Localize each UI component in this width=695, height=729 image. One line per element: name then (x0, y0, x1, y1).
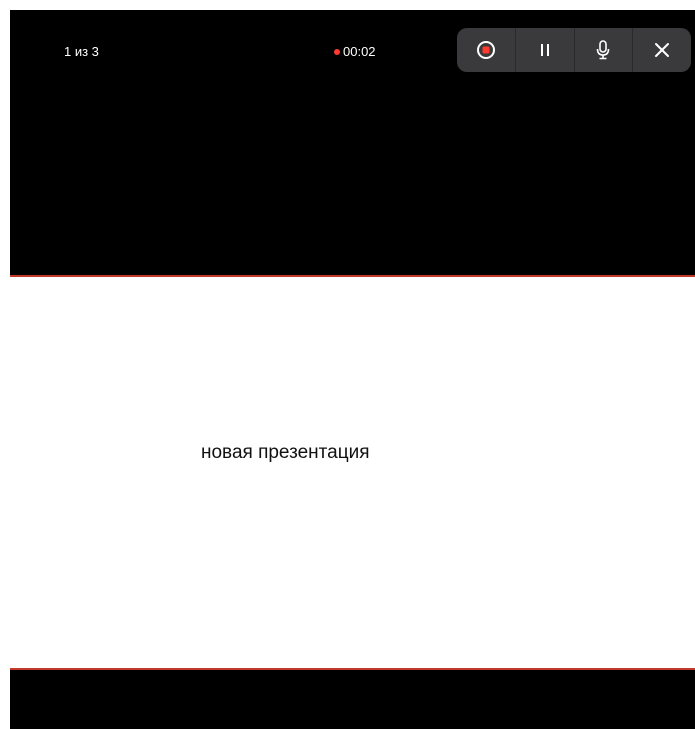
timer-value: 00:02 (343, 44, 376, 59)
recording-controls (457, 28, 691, 72)
record-button[interactable] (457, 28, 515, 72)
close-button[interactable] (632, 28, 691, 72)
pause-button[interactable] (514, 28, 574, 72)
pause-icon (540, 44, 549, 56)
slide-canvas: новая презентация (10, 275, 695, 670)
recording-timer: 00:02 (334, 44, 376, 59)
recording-dot-icon (334, 48, 340, 55)
microphone-button[interactable] (573, 28, 633, 72)
slide-counter: 1 из 3 (64, 44, 99, 59)
top-bar: 1 из 3 00:02 (10, 10, 695, 90)
microphone-icon (597, 40, 610, 60)
record-icon (476, 41, 495, 59)
presentation-recorder: 1 из 3 00:02 новая презентация (10, 10, 695, 729)
slide-title: новая презентация (201, 442, 370, 463)
close-icon (655, 43, 670, 57)
